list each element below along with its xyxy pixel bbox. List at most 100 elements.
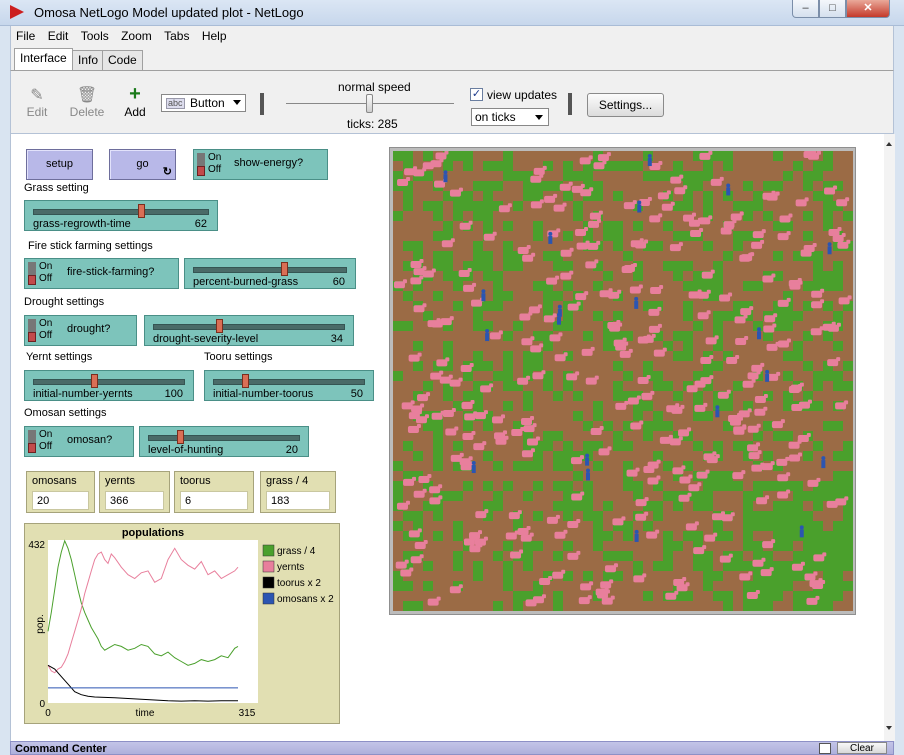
window-title: Omosa NetLogo Model updated plot - NetLo… — [34, 5, 304, 20]
slider-value: 62 — [194, 218, 207, 230]
legend-swatch-2 — [262, 576, 275, 589]
minimize-button[interactable]: – — [792, 0, 819, 18]
menu-tools[interactable]: Tools — [76, 26, 113, 43]
omosan-switch[interactable]: On Off omosan? — [24, 426, 134, 457]
drought-settings-heading: Drought settings — [24, 296, 105, 308]
tooru-settings-heading: Tooru settings — [204, 351, 273, 363]
drought-switch[interactable]: On Off drought? — [24, 315, 137, 346]
slider-name: initial-number-toorus — [213, 388, 314, 400]
menu-help[interactable]: Help — [197, 26, 231, 43]
plot-area — [48, 540, 258, 703]
chevron-down-icon — [535, 115, 543, 120]
settings-button[interactable]: Settings... — [587, 93, 664, 117]
menu-file[interactable]: File — [11, 26, 39, 43]
world-view[interactable] — [389, 147, 856, 615]
close-button[interactable]: ✕ — [846, 0, 890, 18]
update-mode-value: on ticks — [475, 110, 516, 124]
slider-track — [153, 324, 345, 330]
chevron-down-icon — [233, 100, 241, 105]
toolbar-separator — [260, 93, 264, 115]
slider-handle[interactable] — [242, 374, 249, 388]
menu-bar: File Edit Tools Zoom Tabs Help — [10, 26, 894, 48]
switch-off-label: Off — [208, 164, 222, 175]
tab-interface[interactable]: Interface — [14, 48, 73, 70]
slider-handle[interactable] — [177, 430, 184, 444]
vertical-scrollbar[interactable] — [884, 134, 895, 741]
delete-tool-label: Delete — [69, 105, 105, 119]
slider-name: level-of-hunting — [148, 444, 224, 456]
switch-toggle-icon — [28, 430, 36, 453]
menu-zoom[interactable]: Zoom — [116, 26, 156, 43]
switch-off-label: Off — [39, 330, 53, 341]
switch-toggle-icon — [28, 262, 36, 285]
ticks-counter: ticks: 285 — [347, 117, 398, 131]
command-center-bar: Command Center Clear — [10, 741, 894, 755]
fire-stick-farming-switch[interactable]: On Off fire-stick-farming? — [24, 258, 179, 289]
slider-handle[interactable] — [281, 262, 288, 276]
widget-type-dropdown[interactable]: abc Button — [161, 94, 246, 112]
switch-off-label: Off — [39, 273, 53, 284]
slider-track — [33, 209, 209, 215]
tab-code[interactable]: Code — [102, 50, 143, 70]
setup-button[interactable]: setup — [26, 149, 93, 180]
drought-severity-level-slider[interactable]: drought-severity-level 34 — [144, 315, 354, 346]
monitor-name: omosans — [32, 475, 77, 487]
scroll-down-icon[interactable] — [886, 726, 892, 730]
chart-title: populations — [122, 527, 184, 539]
world-view-canvas[interactable] — [393, 151, 853, 611]
y-tick-max: 432 — [28, 540, 45, 551]
slider-value: 100 — [164, 388, 183, 400]
switch-on-label: On — [39, 261, 53, 272]
initial-number-toorus-slider[interactable]: initial-number-toorus 50 — [204, 370, 374, 401]
fire-stick-label: fire-stick-farming? — [67, 266, 155, 278]
slider-track — [33, 379, 185, 385]
edit-tool-button[interactable]: ✎ Edit — [17, 85, 57, 119]
update-mode-dropdown[interactable]: on ticks — [471, 108, 549, 126]
monitor-value: 366 — [105, 491, 164, 510]
view-updates-label: view updates — [487, 88, 558, 102]
toorus-monitor: toorus 6 — [174, 471, 254, 513]
maximize-button[interactable]: □ — [819, 0, 846, 18]
legend-swatch-0 — [262, 544, 275, 557]
plus-icon: + — [129, 83, 141, 105]
scroll-up-icon[interactable] — [886, 142, 892, 146]
speed-slider-handle[interactable] — [366, 94, 373, 113]
percent-burned-grass-slider[interactable]: percent-burned-grass 60 — [184, 258, 356, 289]
legend-label-3: omosans x 2 — [277, 594, 334, 605]
legend-label-0: grass / 4 — [277, 546, 316, 557]
clear-button[interactable]: Clear — [837, 742, 887, 754]
populations-chart-svg: populations43200 315timepop.grass / 4yern… — [28, 527, 334, 719]
slider-handle[interactable] — [91, 374, 98, 388]
menu-tabs[interactable]: Tabs — [159, 26, 193, 43]
speed-label: normal speed — [338, 80, 411, 94]
button-widget-icon: abc — [166, 98, 185, 109]
expand-icon[interactable] — [819, 743, 831, 754]
tab-info[interactable]: Info — [72, 50, 105, 70]
y-axis-label: pop. — [35, 614, 46, 633]
slider-handle[interactable] — [138, 204, 145, 218]
initial-number-yernts-slider[interactable]: initial-number-yernts 100 — [24, 370, 194, 401]
slider-handle[interactable] — [216, 319, 223, 333]
grass-regrowth-time-slider[interactable]: grass-regrowth-time 62 — [24, 200, 218, 231]
legend-label-1: yernts — [277, 562, 304, 573]
go-button-label: go — [136, 158, 149, 170]
show-energy-switch[interactable]: On Off show-energy? — [193, 149, 328, 180]
toolbar-separator — [568, 93, 572, 115]
go-button[interactable]: go ↻ — [109, 149, 176, 180]
add-tool-button[interactable]: + Add — [115, 83, 155, 119]
slider-name: initial-number-yernts — [33, 388, 133, 400]
switch-on-label: On — [208, 152, 222, 163]
yernts-monitor: yernts 366 — [99, 471, 170, 513]
delete-tool-button[interactable]: 🗑 Delete — [67, 85, 107, 119]
menu-edit[interactable]: Edit — [43, 26, 73, 43]
interface-toolbar: ✎ Edit 🗑 Delete + Add abc Button normal … — [10, 70, 894, 134]
view-updates-checkbox[interactable]: ✓ — [470, 88, 483, 101]
level-of-hunting-slider[interactable]: level-of-hunting 20 — [139, 426, 309, 457]
tab-bar: Interface Info Code — [10, 48, 894, 70]
grass-monitor: grass / 4 183 — [260, 471, 336, 513]
monitor-value: 20 — [32, 491, 89, 510]
omosan-label: omosan? — [67, 434, 113, 446]
x-axis-label: time — [136, 708, 155, 719]
slider-name: percent-burned-grass — [193, 276, 299, 288]
slider-value: 50 — [350, 388, 363, 400]
